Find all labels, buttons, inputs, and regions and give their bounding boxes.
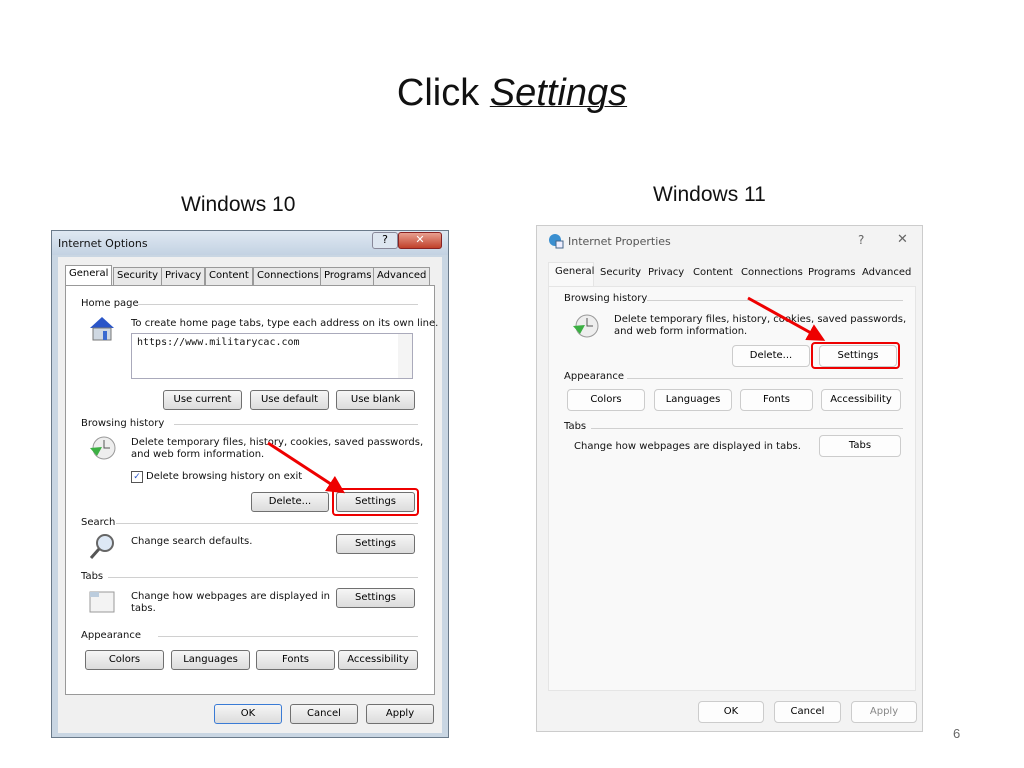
tab-connections[interactable]: Connections [253,267,323,286]
browsing-desc: Delete temporary files, history, cookies… [131,437,424,448]
fonts-button[interactable]: Fonts [740,389,813,411]
title-bar: Internet Options ? ✕ [52,231,448,255]
tab-programs[interactable]: Programs [320,267,376,286]
internet-options-dialog: Internet Options ? ✕ General Security Pr… [51,230,449,738]
help-icon[interactable]: ? [858,233,864,247]
home-page-label: Home page [81,298,139,309]
divider [591,428,903,429]
use-current-button[interactable]: Use current [163,390,242,410]
cancel-button[interactable]: Cancel [290,704,358,724]
browsing-history-label: Browsing history [81,418,165,429]
accessibility-button[interactable]: Accessibility [821,389,901,411]
internet-properties-dialog: Internet Properties ? ✕ General Security… [536,225,923,732]
history-clock-icon [90,436,116,460]
tab-programs[interactable]: Programs [808,267,855,278]
browsing-history-label: Browsing history [564,293,648,304]
divider [116,523,418,524]
help-icon: ? [382,233,388,246]
ok-button[interactable]: OK [214,704,282,724]
use-blank-button[interactable]: Use blank [336,390,415,410]
delete-button[interactable]: Delete... [732,345,810,367]
slide-title: Click Settings [396,72,628,114]
close-icon[interactable]: ✕ [897,232,908,247]
tab-general[interactable]: General [548,262,594,287]
home-icon [90,317,114,341]
tabs-button[interactable]: Tabs [819,435,901,457]
search-desc: Change search defaults. [131,536,253,547]
page-number: 6 [953,726,961,741]
apply-button[interactable]: Apply [851,701,917,723]
use-default-button[interactable]: Use default [250,390,329,410]
magnifier-icon [89,534,114,559]
tabs-desc: tabs. [131,603,156,614]
tab-general[interactable]: General [65,265,113,286]
tabs-label: Tabs [81,571,104,582]
tabs-icon [89,591,115,613]
apply-button[interactable]: Apply [366,704,434,724]
tab-content[interactable]: Content [693,267,733,278]
tab-advanced[interactable]: Advanced [862,267,911,278]
close-icon: ✕ [415,233,425,246]
cancel-button[interactable]: Cancel [774,701,841,723]
ok-button[interactable]: OK [698,701,764,723]
help-button[interactable]: ? [372,232,398,249]
tabs-desc: Change how webpages are displayed in tab… [574,441,801,452]
home-page-input[interactable]: https://www.militarycac.com [131,333,413,379]
languages-button[interactable]: Languages [171,650,250,670]
delete-on-exit-label: Delete browsing history on exit [146,471,303,482]
internet-globe-icon [549,234,564,249]
highlight-box [332,488,419,516]
delete-button[interactable]: Delete... [251,492,329,512]
delete-on-exit-checkbox[interactable]: ✓ [131,471,143,483]
history-clock-icon [573,314,599,338]
caption-windows-10: Windows 10 [181,193,296,216]
divider [627,378,903,379]
tab-security[interactable]: Security [600,267,641,278]
fonts-button[interactable]: Fonts [256,650,335,670]
tab-security[interactable]: Security [113,267,163,286]
caption-windows-11: Windows 11 [653,183,766,206]
appearance-label: Appearance [81,630,142,641]
divider [647,300,903,301]
tabs-settings-button[interactable]: Settings [336,588,415,608]
home-page-desc: To create home page tabs, type each addr… [131,318,439,329]
tab-connections[interactable]: Connections [741,267,803,278]
appearance-label: Appearance [564,371,625,382]
colors-button[interactable]: Colors [85,650,164,670]
tab-privacy[interactable]: Privacy [161,267,206,286]
general-panel: Home page To create home page tabs, type… [65,285,439,695]
search-label: Search [81,517,116,528]
dialog-title: Internet Properties [568,235,671,248]
colors-button[interactable]: Colors [567,389,645,411]
tab-privacy[interactable]: Privacy [648,267,684,278]
browsing-desc: and web form information. [131,449,265,460]
highlight-box [811,342,900,369]
tab-advanced[interactable]: Advanced [373,267,431,286]
languages-button[interactable]: Languages [654,389,732,411]
dialog-title: Internet Options [58,237,148,250]
accessibility-button[interactable]: Accessibility [338,650,418,670]
tab-content[interactable]: Content [205,267,253,286]
divider [138,304,418,305]
browsing-desc: and web form information. [614,326,748,337]
tabs-label: Tabs [564,421,587,432]
divider [108,577,418,578]
divider [158,636,418,637]
close-button[interactable]: ✕ [398,232,442,249]
scrollbar[interactable] [398,334,412,378]
search-settings-button[interactable]: Settings [336,534,415,554]
general-panel: Browsing history Delete temporary files,… [548,286,916,691]
tabs-desc: Change how webpages are displayed in [131,591,330,602]
browsing-desc: Delete temporary files, history, cookies… [614,314,907,325]
divider [174,424,418,425]
